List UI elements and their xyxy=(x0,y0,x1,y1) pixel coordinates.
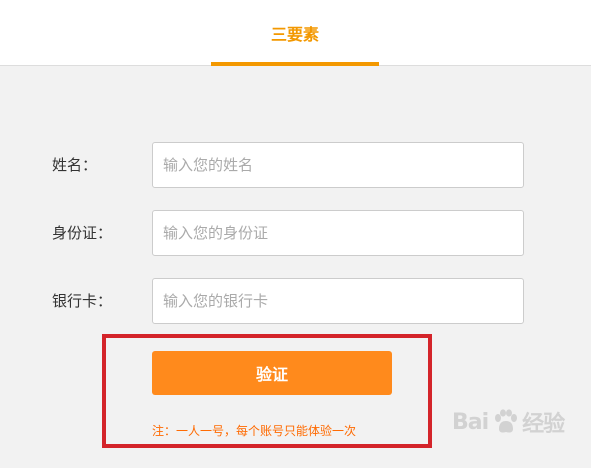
baidu-paw-icon xyxy=(495,409,518,433)
top-bar: 三要素 xyxy=(0,0,591,66)
id-card-input[interactable] xyxy=(152,210,524,256)
bank-card-label: 银行卡： xyxy=(52,292,113,310)
tab-active-indicator xyxy=(211,62,379,66)
watermark-text-right: 经验 xyxy=(522,412,565,437)
tab-three-elements[interactable]: 三要素 xyxy=(211,0,379,66)
name-input[interactable] xyxy=(152,142,524,188)
watermark-text-left: Bai xyxy=(452,409,489,435)
id-card-label: 身份证： xyxy=(52,224,113,242)
name-label: 姓名： xyxy=(52,156,98,174)
baidu-jingyan-watermark: Bai 经验 xyxy=(452,402,584,442)
bank-card-input[interactable] xyxy=(152,278,524,324)
highlight-annotation-box xyxy=(102,334,432,448)
